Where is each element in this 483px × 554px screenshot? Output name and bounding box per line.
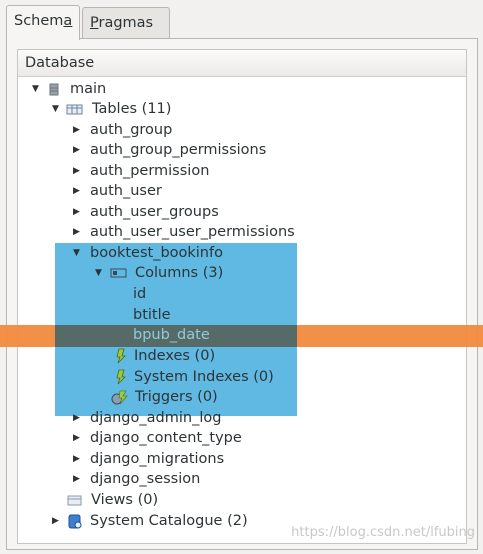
tree-label-table: booktest_bookinfo [90,245,223,261]
view-icon [66,492,82,508]
collapse-arrow-icon[interactable]: ▶ [73,202,83,222]
table-icon [66,101,83,117]
tree-label-columns: Columns (3) [135,265,224,281]
tree-label-indexes: Indexes (0) [134,348,216,364]
collapse-arrow-icon[interactable]: ▶ [73,181,83,201]
tree-label-table: auth_user [90,183,162,199]
tree-label-system-catalogue: System Catalogue (2) [90,513,248,529]
tab-schema-label: Schema [14,13,73,29]
index-icon [113,348,129,364]
tree-column-header[interactable]: Database [18,50,466,77]
tree-label-table: django_session [90,471,201,487]
collapse-arrow-icon[interactable]: ▶ [73,408,83,428]
tree-label-table: django_admin_log [90,410,222,426]
expand-arrow-icon[interactable]: ▼ [52,99,62,119]
tab-pragmas[interactable]: Pragmas [82,7,170,39]
expand-arrow-icon[interactable]: ▼ [73,243,83,263]
tree-label-column-overlay: bpub_date [133,327,210,343]
collapse-arrow-icon[interactable]: ▶ [73,222,83,242]
collapse-arrow-icon[interactable]: ▶ [73,120,83,140]
expand-arrow-icon[interactable]: ▼ [32,79,42,99]
tab-pragmas-label: Pragmas [90,15,154,31]
tree-label-table: auth_group [90,122,173,138]
tree-label-tables: Tables (11) [92,101,172,117]
tree-label-table: auth_group_permissions [90,142,267,158]
index-icon [113,369,129,385]
collapse-arrow-icon[interactable]: ▶ [52,511,62,531]
trigger-icon [111,389,128,405]
collapse-arrow-icon[interactable]: ▶ [73,469,83,489]
tree-header-label: Database [25,55,95,71]
tree-label-table: django_content_type [90,430,242,446]
collapse-arrow-icon[interactable]: ▶ [73,449,83,469]
tab-schema[interactable]: Schema [6,5,80,40]
tree-label-views: Views (0) [91,492,159,508]
tree-label-main: main [70,81,107,97]
tree-label-table: auth_user_user_permissions [90,224,295,240]
collapse-arrow-icon[interactable]: ▶ [73,161,83,181]
collapse-arrow-icon[interactable]: ▶ [73,140,83,160]
tree-label-table: django_migrations [90,451,225,467]
expand-arrow-icon[interactable]: ▼ [95,263,105,283]
columns-icon [110,265,127,281]
catalogue-icon [66,513,82,529]
tree-label-table: auth_permission [90,163,210,179]
database-icon [46,81,62,97]
tree-label-table: auth_user_groups [90,204,219,220]
watermark-text: https://blog.csdn.net/lfubing [291,525,475,540]
tree-label-triggers: Triggers (0) [135,389,218,405]
collapse-arrow-icon[interactable]: ▶ [73,428,83,448]
tree-label-column: id [133,286,147,302]
tree-label-system-indexes: System Indexes (0) [134,369,274,385]
tree-label-column: btitle [133,307,171,323]
